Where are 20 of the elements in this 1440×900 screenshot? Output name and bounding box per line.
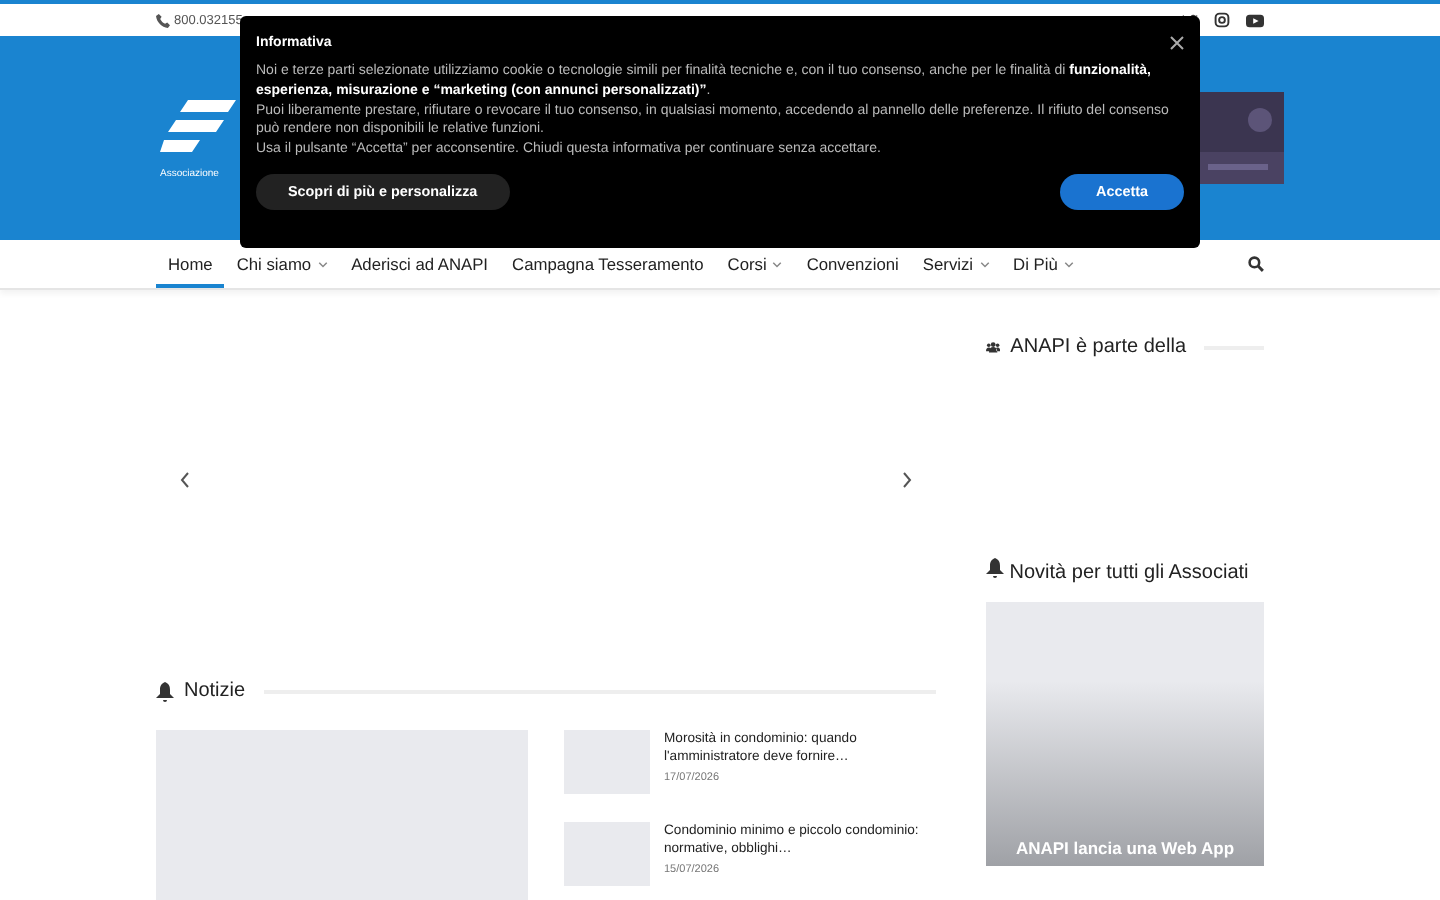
nav-item[interactable]: Campagna Tesseramento — [500, 240, 716, 288]
bell-icon — [156, 681, 174, 701]
users-icon — [986, 338, 1001, 356]
nav-item[interactable]: Corsi — [715, 240, 795, 288]
youtube-icon[interactable] — [1246, 13, 1264, 27]
search-icon[interactable] — [1248, 256, 1264, 272]
phone-icon — [156, 13, 170, 27]
nav-item[interactable]: Aderisci ad ANAPI — [339, 240, 501, 288]
nav-item[interactable]: Servizi — [910, 240, 1002, 288]
widget-title: Novità per tutti gli Associati — [986, 558, 1264, 586]
bell-icon — [986, 558, 1004, 578]
nav-item[interactable]: Chi siamo — [224, 240, 340, 288]
section-title: Notizie — [184, 680, 246, 702]
nav-item[interactable]: Home — [156, 240, 225, 288]
nav-item[interactable]: Convenzioni — [794, 240, 911, 288]
widget-title: ANAPI è parte della — [1010, 336, 1186, 358]
instagram-icon[interactable] — [1214, 12, 1230, 28]
nav-item[interactable]: Di Più — [1001, 240, 1086, 288]
close-icon[interactable] — [1170, 36, 1184, 50]
promo-title: ANAPI lancia una Web App — [1015, 838, 1235, 858]
